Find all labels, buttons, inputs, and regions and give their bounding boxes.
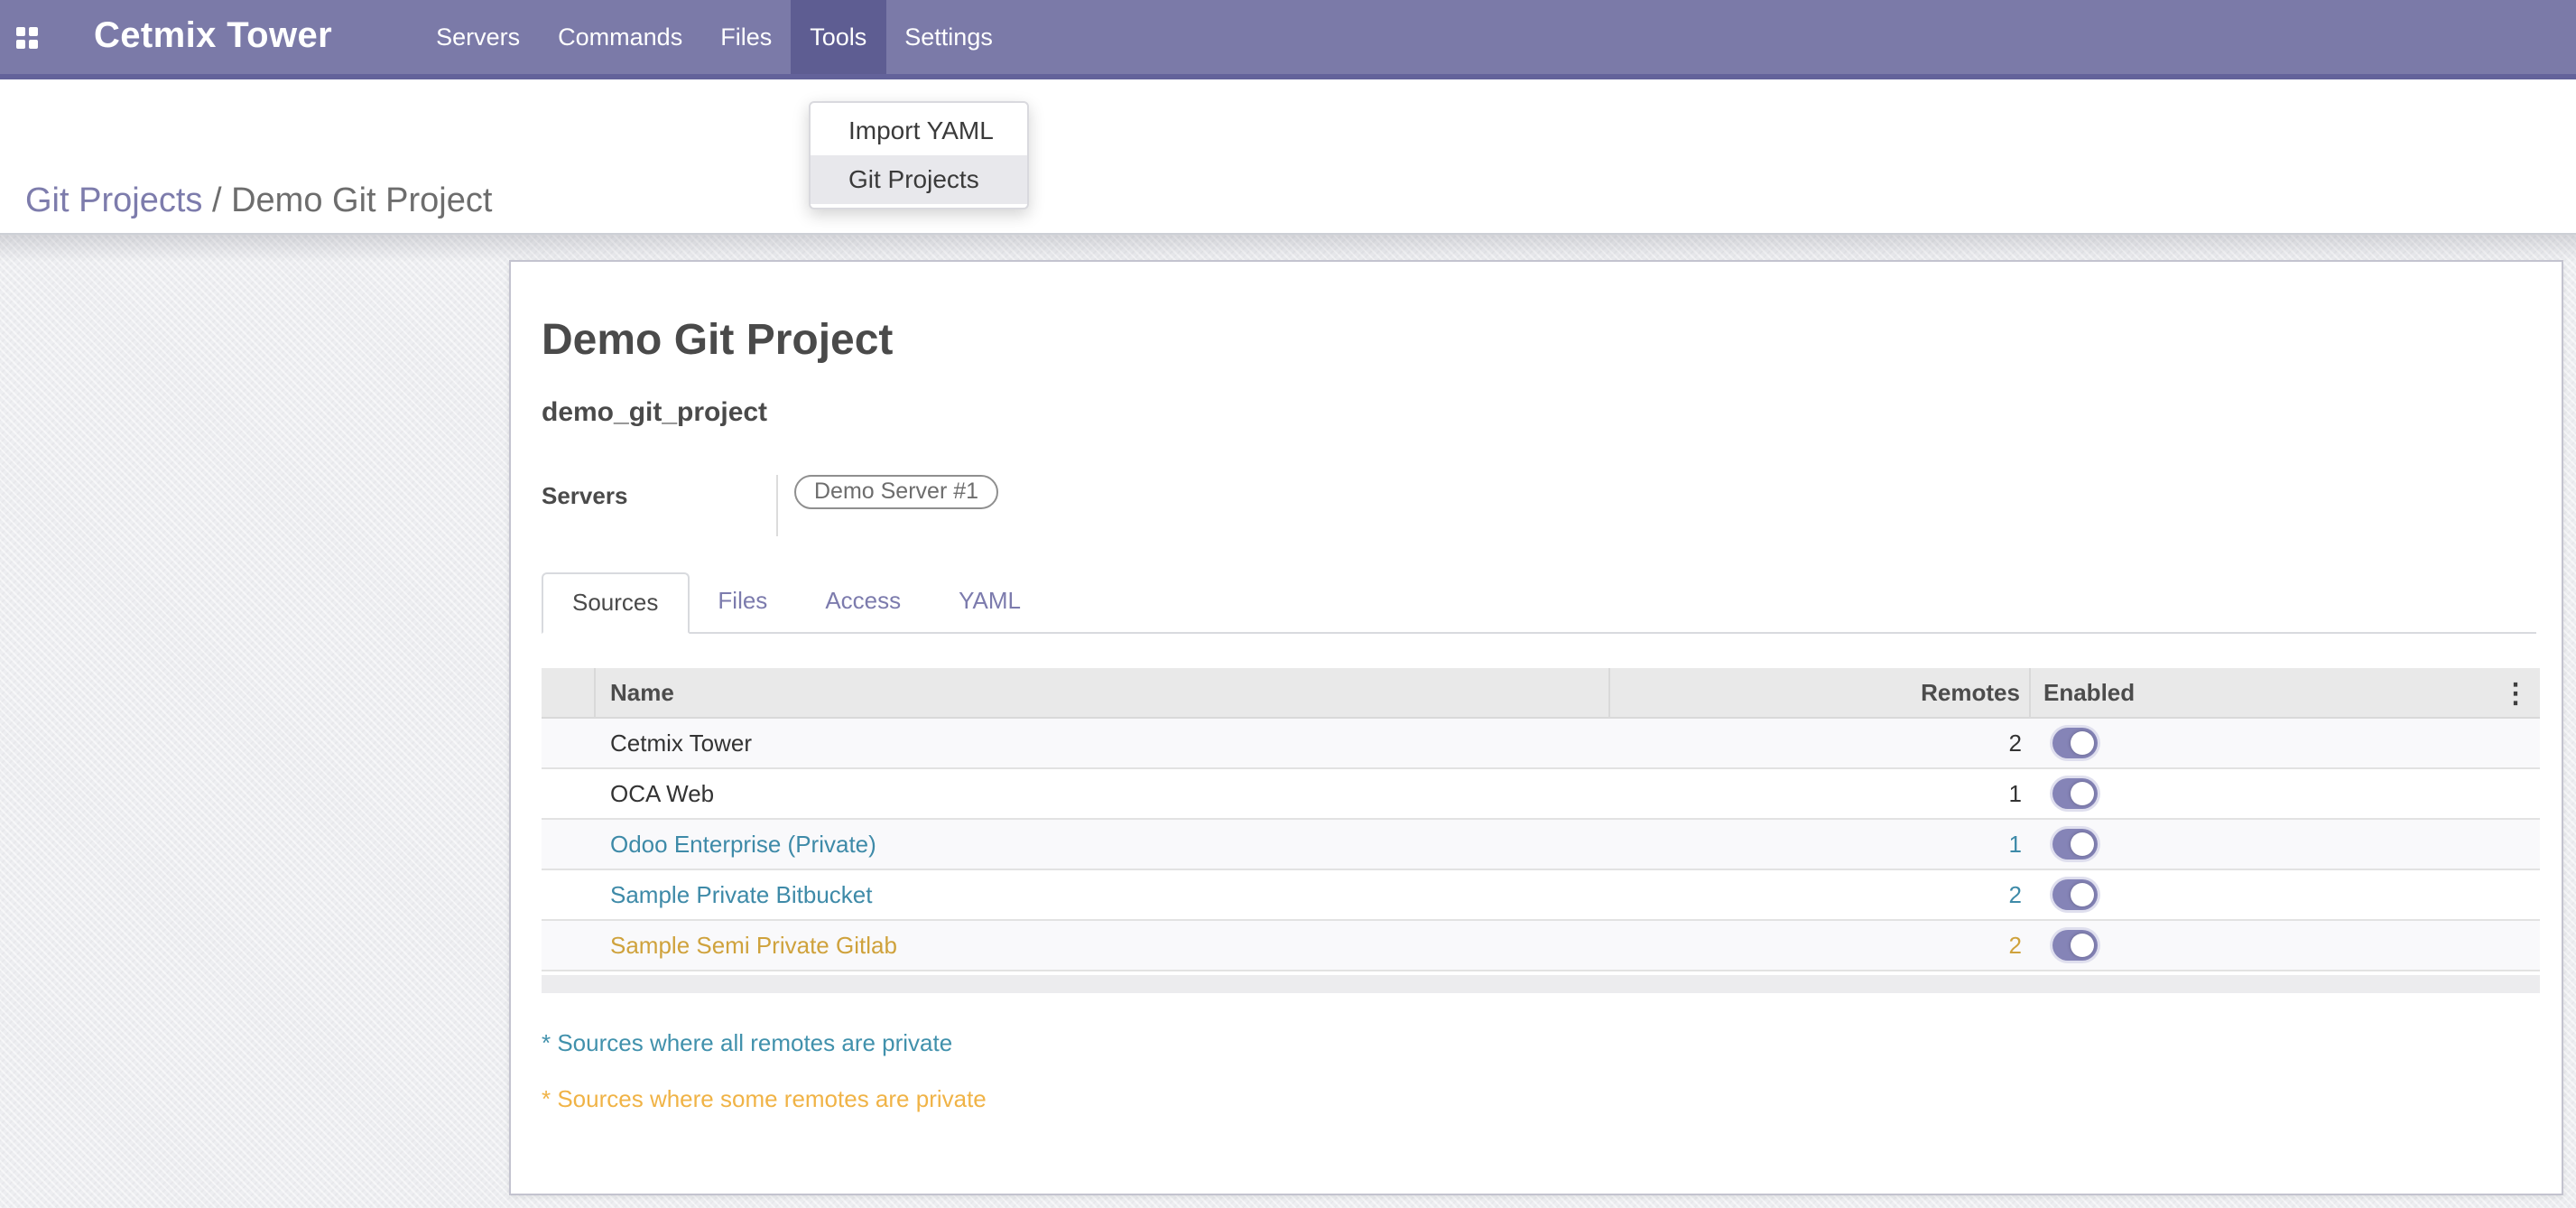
- field-separator: [776, 475, 778, 536]
- menu-item-import-yaml[interactable]: Import YAML: [811, 107, 1027, 155]
- remotes-count-cell: 2: [1610, 719, 2031, 767]
- remotes-count-cell: 1: [1610, 769, 2031, 818]
- record-title: Demo Git Project: [542, 316, 2536, 368]
- nav-item-label[interactable]: Settings: [885, 0, 1012, 74]
- source-name-cell[interactable]: Cetmix Tower: [596, 719, 1610, 767]
- table-body: Cetmix Tower2OCA Web1Odoo Enterprise (Pr…: [542, 719, 2540, 971]
- nav-item-servers[interactable]: Servers: [417, 0, 539, 74]
- nav-item-label[interactable]: Tools: [791, 0, 885, 74]
- table-row[interactable]: Cetmix Tower2: [542, 719, 2540, 769]
- breadcrumb-current: Demo Git Project: [231, 182, 492, 220]
- optional-columns-icon[interactable]: ⋮: [2502, 668, 2529, 719]
- source-name-cell[interactable]: Sample Semi Private Gitlab: [596, 921, 1610, 970]
- nav-item-commands[interactable]: Commands: [539, 0, 701, 74]
- servers-field-value: Demo Server #1: [794, 475, 998, 536]
- header-enabled[interactable]: Enabled: [2031, 668, 2540, 717]
- legend-footnotes: * Sources where all remotes are private *…: [542, 1029, 2536, 1114]
- toggle-knob: [2071, 731, 2094, 755]
- menu-item-git-projects[interactable]: Git Projects: [811, 155, 1027, 204]
- tab-sources[interactable]: Sources: [542, 572, 689, 634]
- table-row[interactable]: Sample Semi Private Gitlab2: [542, 921, 2540, 971]
- row-selector-cell: [542, 870, 596, 919]
- enabled-toggle[interactable]: [2052, 930, 2098, 961]
- nav-item-label[interactable]: Servers: [417, 0, 539, 74]
- row-selector-cell: [542, 769, 596, 818]
- apps-grid-icon: [16, 26, 38, 48]
- notebook-tabs: SourcesFilesAccessYAML: [542, 572, 2536, 634]
- sources-list: Name Remotes Enabled ⋮ Cetmix Tower2OCA …: [542, 668, 2540, 993]
- form-sheet: Demo Git Project demo_git_project Server…: [509, 260, 2563, 1195]
- enabled-cell: [2031, 921, 2540, 970]
- toggle-knob: [2071, 832, 2094, 856]
- remotes-count-cell: 2: [1610, 870, 2031, 919]
- tools-dropdown-menu: Import YAMLGit Projects: [809, 101, 1029, 209]
- record-subtitle: demo_git_project: [542, 397, 2536, 428]
- table-footer-strip: [542, 975, 2540, 993]
- toggle-knob: [2071, 883, 2094, 906]
- row-selector-cell: [542, 719, 596, 767]
- source-name-cell[interactable]: Sample Private Bitbucket: [596, 870, 1610, 919]
- apps-menu-button[interactable]: [0, 0, 63, 74]
- nav-item-files[interactable]: Files: [701, 0, 791, 74]
- footnote-private: * Sources where all remotes are private: [542, 1029, 2536, 1058]
- enabled-toggle[interactable]: [2052, 879, 2098, 910]
- top-navbar: Cetmix Tower ServersCommandsFilesToolsSe…: [0, 0, 2576, 79]
- tab-yaml[interactable]: YAML: [930, 572, 1050, 632]
- row-selector-cell: [542, 820, 596, 869]
- header-remotes[interactable]: Remotes: [1610, 668, 2031, 717]
- header-selector-column: [542, 668, 596, 717]
- nav-item-label[interactable]: Commands: [539, 0, 701, 74]
- table-row[interactable]: OCA Web1: [542, 769, 2540, 820]
- servers-field: Servers Demo Server #1: [542, 475, 2536, 536]
- nav-item-settings[interactable]: Settings: [885, 0, 1012, 74]
- enabled-cell: [2031, 870, 2540, 919]
- table-row[interactable]: Sample Private Bitbucket2: [542, 870, 2540, 921]
- app-brand[interactable]: Cetmix Tower: [94, 0, 332, 74]
- nav-item-label[interactable]: Files: [701, 0, 791, 74]
- nav-item-tools[interactable]: Tools: [791, 0, 885, 74]
- enabled-cell: [2031, 820, 2540, 869]
- footnote-semi_private: * Sources where some remotes are private: [542, 1085, 2536, 1114]
- toggle-knob: [2071, 782, 2094, 805]
- breadcrumb: Git Projects / Demo Git Project: [25, 182, 492, 222]
- enabled-toggle[interactable]: [2052, 778, 2098, 809]
- tab-files[interactable]: Files: [689, 572, 796, 632]
- server-tag[interactable]: Demo Server #1: [794, 475, 998, 509]
- header-name[interactable]: Name: [596, 668, 1610, 717]
- tab-access[interactable]: Access: [796, 572, 930, 632]
- table-header-row: Name Remotes Enabled ⋮: [542, 668, 2540, 719]
- source-name-cell[interactable]: OCA Web: [596, 769, 1610, 818]
- source-name-cell[interactable]: Odoo Enterprise (Private): [596, 820, 1610, 869]
- main-menu: ServersCommandsFilesToolsSettings: [417, 0, 1012, 74]
- control-panel: Git Projects / Demo Git Project Edit Cre…: [0, 79, 2576, 233]
- app-window: Cetmix Tower ServersCommandsFilesToolsSe…: [0, 0, 2576, 1208]
- enabled-cell: [2031, 719, 2540, 767]
- breadcrumb-link[interactable]: Git Projects: [25, 182, 202, 220]
- servers-field-label: Servers: [542, 475, 776, 536]
- breadcrumb-separator: /: [202, 182, 231, 220]
- row-selector-cell: [542, 921, 596, 970]
- enabled-toggle[interactable]: [2052, 829, 2098, 860]
- toggle-knob: [2071, 934, 2094, 957]
- enabled-cell: [2031, 769, 2540, 818]
- remotes-count-cell: 1: [1610, 820, 2031, 869]
- table-row[interactable]: Odoo Enterprise (Private)1: [542, 820, 2540, 870]
- enabled-toggle[interactable]: [2052, 728, 2098, 758]
- content-area: Demo Git Project demo_git_project Server…: [0, 233, 2576, 1208]
- remotes-count-cell: 2: [1610, 921, 2031, 970]
